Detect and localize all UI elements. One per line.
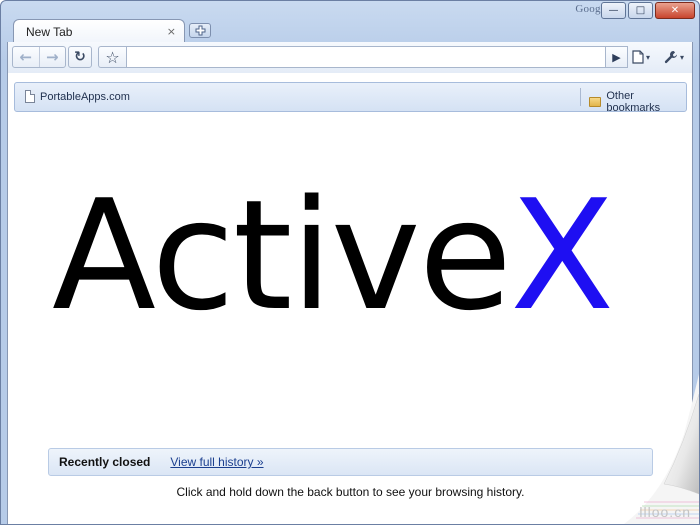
- new-tab-button[interactable]: [189, 23, 211, 38]
- tab-new-tab[interactable]: New Tab ×: [13, 19, 185, 43]
- play-icon: ▶: [612, 50, 621, 64]
- plus-icon: [195, 25, 205, 36]
- recently-closed-title: Recently closed: [59, 455, 151, 469]
- view-full-history-link[interactable]: View full history »: [170, 455, 263, 469]
- other-bookmarks-button[interactable]: Other bookmarks: [589, 90, 686, 114]
- window-controls: — □ ✕: [601, 2, 695, 19]
- logo-text-accent: X: [510, 167, 614, 344]
- tools-menu-button[interactable]: ▾: [664, 47, 684, 67]
- back-arrow-icon: ←: [19, 48, 33, 66]
- wrench-icon: [664, 51, 677, 64]
- recently-closed-bar: Recently closed View full history »: [48, 448, 653, 476]
- bookmarks-divider: [580, 88, 581, 106]
- bookmark-label: PortableApps.com: [40, 90, 130, 103]
- minimize-button[interactable]: —: [601, 2, 626, 19]
- address-bar[interactable]: [126, 46, 606, 68]
- page-content: PortableApps.com Other bookmarks Active X…: [7, 73, 693, 524]
- other-bookmarks-label: Other bookmarks: [606, 90, 661, 114]
- bookmark-star-button[interactable]: ☆: [98, 46, 126, 68]
- go-button[interactable]: ▶: [606, 46, 628, 68]
- star-icon: ☆: [105, 47, 120, 67]
- site-watermark: llloo.cn: [639, 504, 691, 520]
- folder-icon: [589, 97, 602, 107]
- page-icon: [25, 90, 35, 103]
- page-menu-icon: [632, 50, 644, 64]
- logo-text-main: Active: [52, 167, 512, 344]
- nav-buttons: ← →: [12, 46, 66, 68]
- activex-logo: Active X: [52, 167, 632, 344]
- browser-window: Google — □ ✕ New Tab × ← → ↻ ☆ ▶ ▾ ▾ Por…: [0, 0, 700, 525]
- bookmark-portableapps[interactable]: PortableApps.com: [25, 90, 130, 103]
- toolbar: ← → ↻ ☆ ▶ ▾ ▾: [7, 42, 693, 73]
- back-button-hint: Click and hold down the back button to s…: [176, 485, 525, 499]
- page-menu-button[interactable]: ▾: [632, 47, 650, 67]
- back-button[interactable]: ←: [13, 47, 39, 67]
- tab-close-icon[interactable]: ×: [167, 25, 176, 38]
- reload-icon: ↻: [74, 49, 86, 65]
- maximize-button[interactable]: □: [628, 2, 653, 19]
- chevron-down-icon: ▾: [680, 52, 685, 62]
- reload-button[interactable]: ↻: [68, 46, 92, 68]
- close-window-button[interactable]: ✕: [655, 2, 695, 19]
- bookmarks-bar: PortableApps.com Other bookmarks: [14, 82, 687, 114]
- title-bar: Google — □ ✕ New Tab ×: [1, 1, 699, 43]
- forward-button[interactable]: →: [38, 47, 66, 67]
- chevron-down-icon: ▾: [646, 52, 651, 62]
- forward-arrow-icon: →: [45, 48, 59, 66]
- tab-title: New Tab: [26, 24, 73, 39]
